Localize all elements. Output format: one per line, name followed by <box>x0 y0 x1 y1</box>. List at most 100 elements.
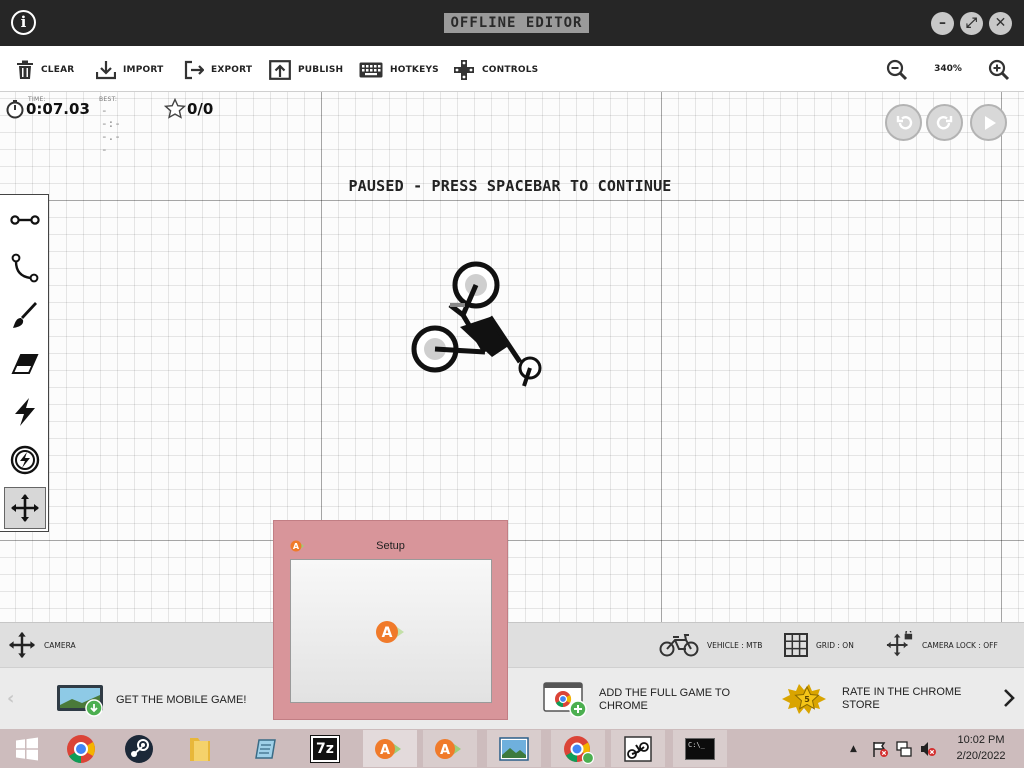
tool-palette <box>0 194 49 532</box>
clear-button[interactable]: CLEAR <box>16 58 74 82</box>
svg-text:A: A <box>440 743 450 758</box>
camera-lock-icon <box>886 631 913 657</box>
hotkeys-label: HOTKEYS <box>390 65 439 75</box>
camera-tool[interactable] <box>4 487 46 529</box>
export-button[interactable]: EXPORT <box>184 58 252 82</box>
promo-prev-arrow-icon[interactable]: ‹ <box>7 688 14 709</box>
publish-icon <box>269 60 291 80</box>
rating-star-badge-icon: 5 <box>782 684 826 714</box>
bike-rider-sprite <box>411 261 542 387</box>
stopwatch-icon <box>6 100 24 119</box>
undo-button[interactable] <box>885 104 922 141</box>
rate-chrome-store-promo[interactable]: 5 RATE IN THE CHROME STORE <box>782 681 961 717</box>
camera-mode[interactable]: CAMERA <box>8 631 76 659</box>
camera-lock-label: CAMERA LOCK : OFF <box>922 640 998 650</box>
move-arrows-icon <box>8 631 36 659</box>
photos-icon <box>499 736 529 761</box>
maximize-button[interactable]: ⤢ <box>960 12 983 35</box>
boost-circle-icon <box>10 445 40 475</box>
curve-icon <box>11 253 39 283</box>
taskbar-steam[interactable] <box>112 730 166 767</box>
export-label: EXPORT <box>211 65 253 75</box>
folder-icon <box>190 737 210 761</box>
setup-app-icon: A <box>435 738 461 759</box>
promo-next-arrow-icon[interactable] <box>1001 688 1017 708</box>
boost-tool[interactable] <box>4 439 46 481</box>
taskbar-file-explorer[interactable] <box>172 730 226 767</box>
best-label: BEST: <box>99 96 118 103</box>
setup-logo-icon: A <box>376 621 404 643</box>
keyboard-icon <box>359 62 383 78</box>
undo-icon <box>896 116 913 130</box>
curve-tool[interactable] <box>4 247 46 289</box>
promo-bar: ‹ GET THE MOBILE GAME! ADD THE FULL GAME… <box>0 667 1024 729</box>
publish-label: PUBLISH <box>298 65 344 75</box>
mobile-game-promo[interactable]: GET THE MOBILE GAME! <box>56 683 246 717</box>
taskbar-chrome[interactable] <box>54 730 108 767</box>
chrome-profile-icon <box>564 735 594 764</box>
powerup-tool[interactable] <box>4 391 46 433</box>
taskbar-setup-app-1[interactable]: A <box>363 730 417 767</box>
redo-button[interactable] <box>926 104 963 141</box>
action-center-flag-icon[interactable] <box>871 740 889 758</box>
straight-line-tool[interactable] <box>4 199 46 241</box>
import-button[interactable]: IMPORT <box>96 58 163 82</box>
mobile-promo-text: GET THE MOBILE GAME! <box>116 693 247 706</box>
zoom-out-icon[interactable] <box>886 59 908 81</box>
controls-button[interactable]: CONTROLS <box>453 58 538 82</box>
chrome-promo-line1: ADD THE FULL GAME TO <box>599 687 731 699</box>
close-button[interactable]: ✕ <box>989 12 1012 35</box>
brush-tool[interactable] <box>4 295 46 337</box>
play-button[interactable] <box>970 104 1007 141</box>
volume-muted-icon[interactable] <box>919 740 937 758</box>
steam-icon <box>125 734 153 763</box>
paused-message: PAUSED - PRESS SPACEBAR TO CONTINUE <box>348 177 672 195</box>
chrome-add-promo[interactable]: ADD THE FULL GAME TO CHROME <box>543 682 730 718</box>
chrome-icon <box>67 734 95 763</box>
minimize-button[interactable]: – <box>931 12 954 35</box>
taskbar-command-prompt[interactable]: C:\_ <box>673 730 727 767</box>
seven-zip-icon: 7z <box>310 734 340 763</box>
notepad-icon <box>255 738 276 759</box>
grid-toggle[interactable]: GRID : ON <box>784 631 854 659</box>
hotkeys-button[interactable]: HOTKEYS <box>359 58 439 82</box>
vehicle-selector[interactable]: VEHICLE : MTB <box>659 631 762 659</box>
redo-icon <box>936 116 953 130</box>
info-button[interactable]: i <box>11 10 36 35</box>
chrome-promo-line2: CHROME <box>599 700 648 712</box>
title-bar: i OFFLINE EDITOR – ⤢ ✕ <box>0 0 1024 46</box>
import-label: IMPORT <box>123 65 164 75</box>
move-arrows-icon <box>11 494 39 522</box>
tray-overflow-icon[interactable]: ▲ <box>850 744 857 754</box>
setup-app-icon: A <box>375 738 401 759</box>
bicycle-icon <box>659 634 699 657</box>
terminal-icon: C:\_ <box>685 737 715 760</box>
taskbar-bike-game[interactable] <box>611 730 665 767</box>
taskbar-setup-app-2[interactable]: A <box>423 730 477 767</box>
grid-label: GRID : ON <box>816 640 854 650</box>
clock-date: 2/20/2022 <box>956 750 1006 762</box>
publish-button[interactable]: PUBLISH <box>269 58 343 82</box>
network-icon[interactable] <box>895 740 913 758</box>
taskbar-notepad-app[interactable] <box>240 730 294 767</box>
rate-promo-line2: STORE <box>842 699 880 711</box>
svg-text:A: A <box>380 743 390 758</box>
taskbar-photos[interactable] <box>487 730 541 767</box>
start-button[interactable] <box>0 730 54 767</box>
lightning-icon <box>15 398 35 426</box>
clear-label: CLEAR <box>41 65 75 75</box>
eraser-tool[interactable] <box>4 343 46 385</box>
system-tray: ▲ <box>850 729 937 768</box>
zoom-level: 340% <box>934 64 962 74</box>
taskbar-clock[interactable]: 10:02 PM 2/20/2022 <box>946 732 1016 764</box>
chrome-add-icon <box>543 682 587 718</box>
camera-lock-toggle[interactable]: CAMERA LOCK : OFF <box>886 631 998 659</box>
star-icon <box>164 98 186 119</box>
windows-logo-icon <box>16 737 38 760</box>
grid-icon <box>784 633 808 657</box>
taskbar-chrome-profile[interactable] <box>551 730 605 767</box>
vehicle-label: VEHICLE : MTB <box>707 640 763 650</box>
trash-icon <box>17 60 33 79</box>
taskbar-7zip[interactable]: 7z <box>298 730 352 767</box>
zoom-in-icon[interactable] <box>988 59 1010 81</box>
